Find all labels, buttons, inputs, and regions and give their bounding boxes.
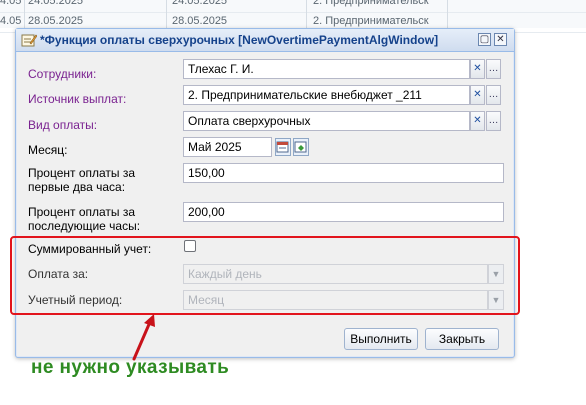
month-field[interactable]: Май 2025 <box>183 137 272 157</box>
month-label: Месяц: <box>28 143 68 157</box>
source-clear-button[interactable]: ✕ <box>470 85 485 105</box>
grid-divider <box>306 0 307 28</box>
background-grid: 4.05.2025 24.05.2025 24.05.2025 2. Предп… <box>0 0 586 33</box>
edit-window-icon <box>21 34 37 47</box>
grid-cell: 2. Предпринимательск <box>313 0 429 7</box>
following-hours-label-line2: последующие часы: <box>28 219 141 233</box>
employees-clear-button[interactable]: ✕ <box>470 59 485 79</box>
grid-divider <box>166 0 167 28</box>
source-select-button[interactable]: … <box>486 85 501 105</box>
grid-cell: 24.05.2025 <box>172 0 228 7</box>
table-row[interactable]: 4.05.2025 24.05.2025 24.05.2025 2. Предп… <box>0 0 586 13</box>
close-button[interactable]: Закрыть <box>425 328 499 350</box>
close-window-button[interactable]: ✕ <box>494 33 507 46</box>
payment-type-clear-button[interactable]: ✕ <box>470 111 485 131</box>
employees-field[interactable]: Тлехас Г. И. <box>183 59 470 79</box>
calendar-picker-icon[interactable] <box>275 138 291 156</box>
payment-type-label: Вид оплаты: <box>28 118 98 132</box>
following-hours-label-line1: Процент оплаты за <box>28 205 136 219</box>
employees-select-button[interactable]: … <box>486 59 501 79</box>
month-select-icon[interactable] <box>293 138 309 156</box>
grid-cell: 4.05.2025 <box>0 0 22 7</box>
execute-button[interactable]: Выполнить <box>344 328 418 350</box>
source-label: Источник выплат: <box>28 92 127 106</box>
first-hours-percent-field[interactable]: 150,00 <box>183 163 504 183</box>
payment-type-field[interactable]: Оплата сверхурочных <box>183 111 470 131</box>
following-hours-percent-field[interactable]: 200,00 <box>183 202 504 222</box>
first-hours-label-line2: первые два часа: <box>28 180 126 194</box>
grid-cell: 24.05.2025 <box>28 0 84 7</box>
highlight-frame <box>10 236 520 315</box>
maximize-button[interactable]: ▢ <box>478 33 491 46</box>
grid-divider <box>447 0 448 28</box>
employees-label: Сотрудники: <box>28 67 97 81</box>
first-hours-label-line1: Процент оплаты за <box>28 166 136 180</box>
window-title: *Функция оплаты сверхурочных [NewOvertim… <box>40 33 439 47</box>
grid-divider <box>24 0 25 28</box>
window-titlebar[interactable]: *Функция оплаты сверхурочных [NewOvertim… <box>16 29 514 52</box>
annotation-note: не нужно указывать <box>31 357 230 378</box>
payment-type-select-button[interactable]: … <box>486 111 501 131</box>
source-field[interactable]: 2. Предпринимательские внебюджет _211 <box>183 85 470 105</box>
